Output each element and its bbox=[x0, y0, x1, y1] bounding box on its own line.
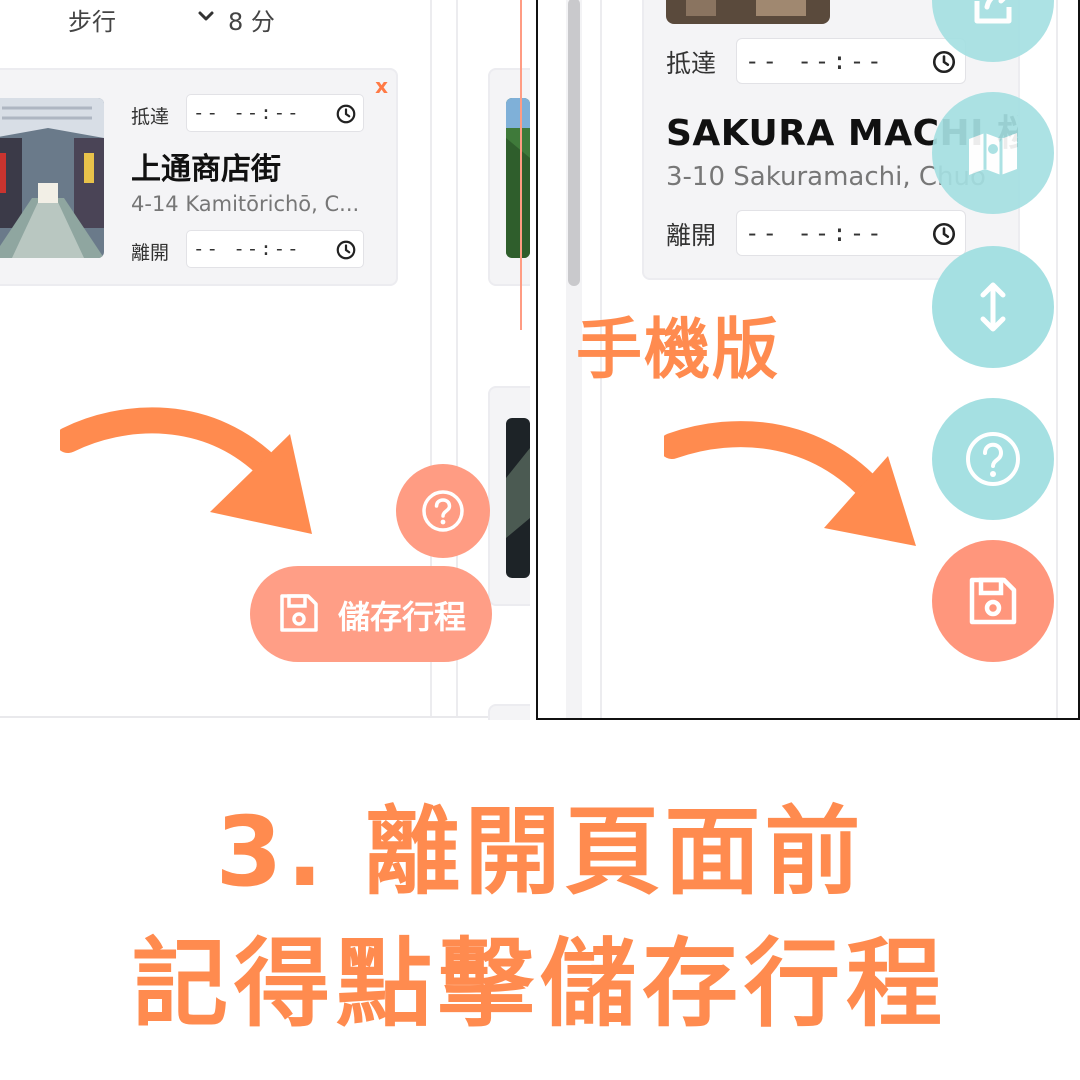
place-address: 4-14 Kamitōrichō, C... bbox=[131, 192, 360, 216]
chevron-down-icon[interactable] bbox=[196, 6, 216, 26]
depart-time-input[interactable]: -- --:-- bbox=[736, 210, 966, 256]
depart-time-input[interactable]: -- --:-- bbox=[186, 230, 364, 268]
reorder-button[interactable] bbox=[932, 246, 1054, 368]
depart-time-value: -- --:-- bbox=[745, 219, 885, 247]
save-itinerary-button[interactable]: 儲存行程 bbox=[250, 566, 492, 662]
arrive-time-value: -- --:-- bbox=[745, 47, 885, 75]
share-icon bbox=[974, 0, 1012, 24]
depart-label: 離開 bbox=[131, 242, 170, 264]
place-photo bbox=[506, 98, 530, 258]
help-button[interactable] bbox=[932, 398, 1054, 520]
arrive-label: 抵達 bbox=[131, 106, 170, 128]
caption-line-2: 記得點擊儲存行程 bbox=[132, 928, 948, 1040]
place-name: 上通商店街 bbox=[131, 152, 281, 187]
mobile-version-label: 手機版 bbox=[576, 311, 780, 388]
next-column-card bbox=[488, 68, 530, 286]
save-itinerary-label: 儲存行程 bbox=[338, 598, 467, 636]
save-icon bbox=[280, 594, 318, 632]
arrive-label: 抵達 bbox=[666, 49, 717, 78]
scrollbar-thumb[interactable] bbox=[568, 0, 580, 286]
save-icon bbox=[969, 577, 1017, 625]
depart-time-value: -- --:-- bbox=[193, 238, 301, 260]
place-photo bbox=[0, 98, 104, 258]
place-photo bbox=[666, 0, 830, 24]
place-photo bbox=[506, 418, 530, 578]
help-button[interactable] bbox=[396, 464, 490, 558]
travel-duration: 8 分 bbox=[228, 8, 275, 36]
next-column-card bbox=[488, 386, 530, 606]
next-column-card bbox=[488, 704, 530, 720]
column-divider bbox=[1056, 0, 1058, 718]
map-icon bbox=[969, 133, 1017, 175]
panel-bottom-border bbox=[0, 716, 524, 718]
arrive-time-input[interactable]: -- --:-- bbox=[186, 94, 364, 132]
panel-divider bbox=[520, 0, 522, 330]
desktop-screenshot: 步行 8 分 x 抵達 -- --:-- 上通商店街 4-14 Kamitōri… bbox=[0, 0, 530, 720]
resize-vertical-icon bbox=[980, 282, 1006, 332]
pointer-arrow-graphic bbox=[60, 407, 312, 534]
transport-mode[interactable]: 步行 bbox=[68, 2, 116, 37]
save-itinerary-button[interactable] bbox=[932, 540, 1054, 662]
clock-icon[interactable] bbox=[931, 221, 957, 247]
map-button[interactable] bbox=[932, 92, 1054, 214]
itinerary-stop-card: x 抵達 -- --:-- 上通商店街 4-14 Kamitōrichō, C.… bbox=[0, 68, 398, 286]
clock-icon[interactable] bbox=[335, 103, 357, 125]
remove-stop-button[interactable]: x bbox=[375, 74, 388, 98]
help-icon bbox=[966, 432, 1020, 486]
clock-icon[interactable] bbox=[931, 49, 957, 75]
arrive-time-value: -- --:-- bbox=[193, 102, 301, 124]
depart-label: 離開 bbox=[666, 221, 717, 250]
arrive-time-input[interactable]: -- --:-- bbox=[736, 38, 966, 84]
pointer-arrow-graphic bbox=[664, 421, 916, 546]
caption-line-1: 3. 離開頁面前 bbox=[215, 796, 865, 908]
clock-icon[interactable] bbox=[335, 239, 357, 261]
help-icon bbox=[422, 490, 464, 532]
